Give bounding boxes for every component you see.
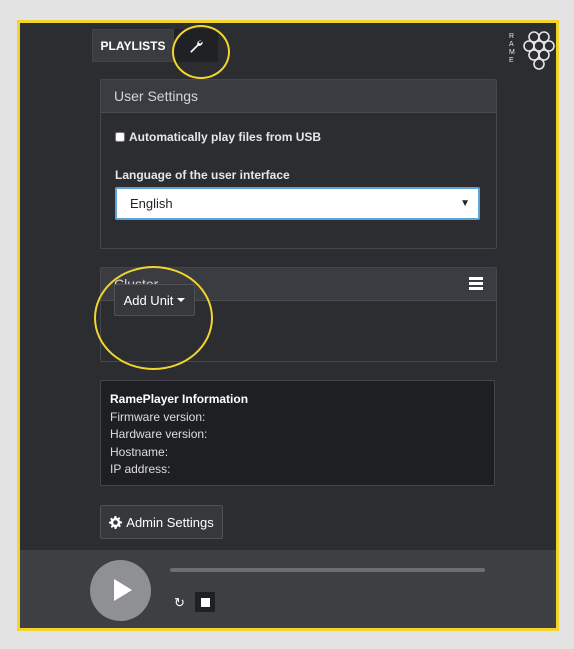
caret-down-icon [177, 298, 186, 302]
tab-settings[interactable] [174, 29, 218, 62]
svg-text:A: A [509, 41, 514, 48]
language-label: Language of the user interface [115, 168, 290, 182]
app-frame: PLAYLISTS RAME User Settings Automatical… [17, 20, 559, 631]
autoplay-usb-label: Automatically play files from USB [129, 130, 322, 144]
tab-bar: PLAYLISTS [92, 29, 218, 62]
admin-settings-label: Admin Settings [126, 514, 214, 530]
firmware-version: Firmware version: [110, 409, 206, 424]
hamburger-menu-icon[interactable] [469, 277, 483, 292]
rameplayer-info: RamePlayer Information Firmware version:… [100, 380, 495, 486]
gear-icon [109, 515, 123, 529]
wrench-icon [190, 39, 203, 53]
hostname: Hostname: [110, 444, 169, 459]
language-select-value: English [130, 196, 173, 211]
stop-button[interactable] [195, 592, 215, 612]
autoplay-usb-checkbox[interactable] [115, 132, 125, 142]
play-button[interactable] [90, 560, 151, 621]
app-container: PLAYLISTS RAME User Settings Automatical… [23, 26, 555, 553]
svg-text:R: R [509, 33, 514, 40]
stop-icon [200, 597, 210, 607]
tab-playlists[interactable]: PLAYLISTS [92, 29, 174, 62]
progress-bar[interactable] [170, 568, 485, 572]
autoplay-usb-row: Automatically play files from USB [115, 130, 321, 144]
add-unit-button[interactable]: Add Unit [114, 284, 195, 316]
ip-address: IP address: [110, 462, 171, 476]
player-bar: ↻ [20, 550, 556, 628]
add-unit-label: Add Unit [123, 292, 174, 308]
user-settings-title: User Settings [114, 88, 199, 104]
user-settings-panel: User Settings Automatically play files f… [100, 79, 497, 249]
user-settings-header: User Settings [101, 80, 496, 113]
cluster-panel: Cluster Add Unit [100, 267, 497, 362]
select-caret-icon: ▼ [460, 198, 470, 209]
language-select[interactable]: English ▼ [115, 187, 480, 220]
refresh-icon[interactable]: ↻ [174, 595, 185, 611]
svg-text:M: M [509, 49, 515, 56]
svg-text:E: E [509, 57, 514, 64]
admin-settings-button[interactable]: Admin Settings [100, 505, 223, 539]
info-title: RamePlayer Information [110, 392, 249, 406]
rame-logo: RAME [509, 31, 555, 70]
hardware-version: Hardware version: [110, 427, 208, 441]
